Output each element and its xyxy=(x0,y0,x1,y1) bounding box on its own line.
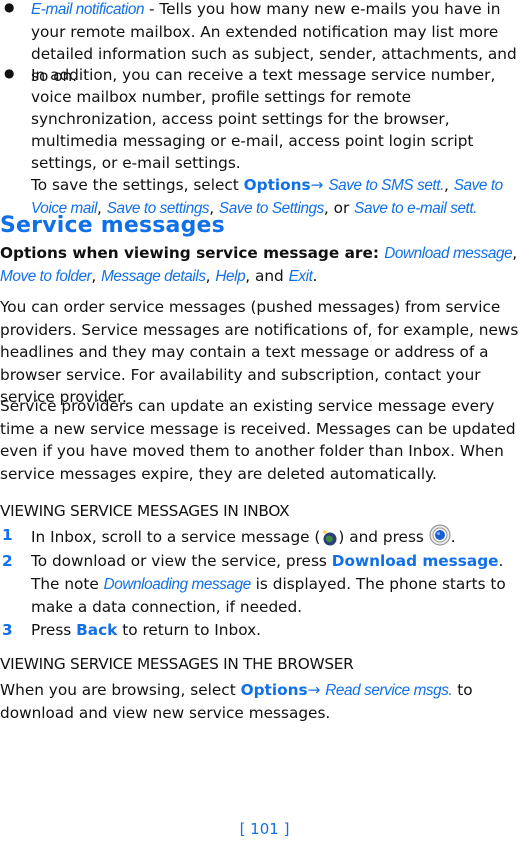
option-message-details: Message details xyxy=(101,268,206,285)
options-intro: Options when viewing service message are… xyxy=(0,244,518,285)
option-read-service-msgs: Read service msgs. xyxy=(325,682,453,699)
option-exit: Exit xyxy=(288,268,313,285)
note-downloading-message: Downloading message xyxy=(103,576,252,593)
key-back: Back xyxy=(76,621,118,639)
paragraph-browser: When you are browsing, select Options→ R… xyxy=(0,681,473,722)
heading-inbox: VIEWING SERVICE MESSAGES IN INBOX xyxy=(0,502,290,520)
paragraph-order-service-messages: You can order service messages (pushed m… xyxy=(0,298,519,406)
option-save-to-sms: Save to SMS sett. xyxy=(328,177,444,194)
heading-browser: VIEWING SERVICE MESSAGES IN THE BROWSER xyxy=(0,655,354,673)
option-save-to-email: Save to e-mail sett. xyxy=(354,200,478,217)
paragraph-update-service-messages: Service providers can update an existing… xyxy=(0,397,516,483)
options-label: Options xyxy=(243,176,311,194)
options-label: Options xyxy=(240,681,308,699)
bullet-dot: ● xyxy=(4,0,15,14)
bullet-text: In addition, you can receive a text mess… xyxy=(31,66,503,217)
option-move-to-folder: Move to folder xyxy=(0,268,92,285)
option-download-message: Download message xyxy=(384,245,513,262)
term-email-notification: E-mail notification xyxy=(31,1,145,18)
navi-key-icon xyxy=(429,524,451,553)
page-number: [ 101 ] xyxy=(239,820,290,838)
option-save-to-settings-2: Save to Settings xyxy=(218,200,324,217)
key-download-message: Download message xyxy=(331,552,499,570)
option-help: Help xyxy=(215,268,246,285)
section-title: Service messages xyxy=(0,213,225,238)
bullet-dot: ● xyxy=(4,66,15,80)
